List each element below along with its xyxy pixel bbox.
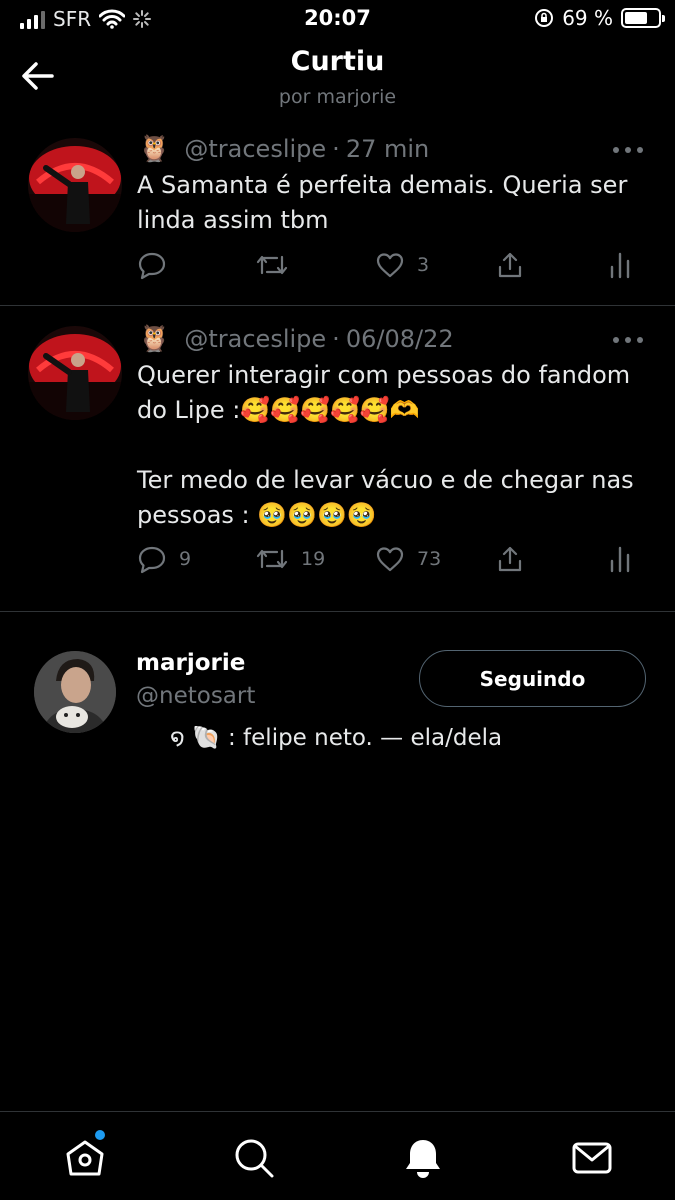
owl-emoji: 🦉 <box>138 324 171 354</box>
reply-icon <box>138 546 166 574</box>
tweet-text: Querer interagir com pessoas do fandom d… <box>137 361 634 529</box>
avatar[interactable] <box>34 651 116 733</box>
share-button[interactable] <box>495 250 525 280</box>
avatar[interactable] <box>28 138 122 232</box>
messages-icon <box>572 1142 612 1174</box>
notification-dot <box>95 1130 105 1140</box>
battery-fill <box>625 12 648 24</box>
like-button[interactable]: 3 <box>375 250 429 280</box>
tweet-header: 🦉 @traceslipe · 06/08/22 <box>138 324 454 354</box>
tweet-handle[interactable]: @traceslipe <box>184 325 326 353</box>
following-button[interactable]: Seguindo <box>419 650 646 707</box>
tweet-time: 27 min <box>345 135 430 163</box>
tweet[interactable]: 🦉 @traceslipe · 06/08/22 Querer interagi… <box>0 306 675 612</box>
home-icon <box>66 1140 104 1176</box>
reply-count: 9 <box>179 548 192 570</box>
tweet-actions: 3 <box>137 250 637 282</box>
like-count: 3 <box>417 254 430 276</box>
tweet-header: 🦉 @traceslipe · 27 min <box>138 134 429 164</box>
status-bar: SFR 20:07 69 % <box>0 0 675 38</box>
more-icon[interactable] <box>613 147 643 157</box>
tab-search[interactable] <box>232 1136 276 1180</box>
user-handle[interactable]: @netosart <box>136 683 255 709</box>
retweet-button[interactable]: 19 <box>255 544 325 574</box>
like-count: 73 <box>417 548 442 570</box>
tweet-text: A Samanta é perfeita demais. Queria ser … <box>137 171 628 234</box>
heart-icon <box>376 253 404 278</box>
retweet-count: 19 <box>301 548 326 570</box>
retweet-button[interactable] <box>255 250 301 280</box>
tweet-handle[interactable]: @traceslipe <box>184 135 326 163</box>
tab-bar <box>0 1111 675 1200</box>
user-name[interactable]: marjorie <box>136 650 245 676</box>
page-title: Curtiu <box>290 46 385 77</box>
reply-icon <box>138 252 166 280</box>
orientation-lock-icon <box>535 9 554 27</box>
header: Curtiu por marjorie <box>0 38 675 118</box>
tweet[interactable]: 🦉 @traceslipe · 27 min A Samanta é perfe… <box>0 120 675 306</box>
retweet-icon <box>256 255 288 275</box>
tweet-time: 06/08/22 <box>345 325 454 353</box>
tweet-separator: · <box>332 135 340 163</box>
reply-button[interactable] <box>137 250 179 280</box>
analytics-button[interactable] <box>607 250 633 280</box>
analytics-icon <box>610 546 630 573</box>
analytics-button[interactable] <box>607 544 633 574</box>
share-button[interactable] <box>495 544 525 574</box>
user-bio: ໑ 🐚 : felipe neto. — ela/dela <box>170 725 503 751</box>
divider <box>0 611 675 612</box>
share-icon <box>498 546 522 572</box>
heart-icon <box>376 547 404 572</box>
page-subtitle: por marjorie <box>278 86 397 108</box>
tweet-actions: 9 19 73 <box>137 544 637 576</box>
tweet-separator: · <box>332 325 340 353</box>
reply-button[interactable]: 9 <box>137 544 191 574</box>
tab-messages[interactable] <box>570 1136 614 1180</box>
search-icon <box>235 1139 274 1178</box>
status-right: 69 % <box>534 6 665 30</box>
avatar[interactable] <box>28 326 122 420</box>
more-icon[interactable] <box>613 337 643 347</box>
owl-emoji: 🦉 <box>138 134 171 164</box>
tab-home[interactable] <box>63 1130 107 1180</box>
retweet-icon <box>256 549 288 569</box>
share-icon <box>498 252 522 278</box>
battery-percent: 69 % <box>562 6 613 30</box>
notifications-icon <box>406 1140 440 1178</box>
tab-notifications[interactable] <box>401 1136 445 1180</box>
like-button[interactable]: 73 <box>375 544 441 574</box>
analytics-icon <box>610 252 630 279</box>
battery-icon <box>621 8 665 28</box>
